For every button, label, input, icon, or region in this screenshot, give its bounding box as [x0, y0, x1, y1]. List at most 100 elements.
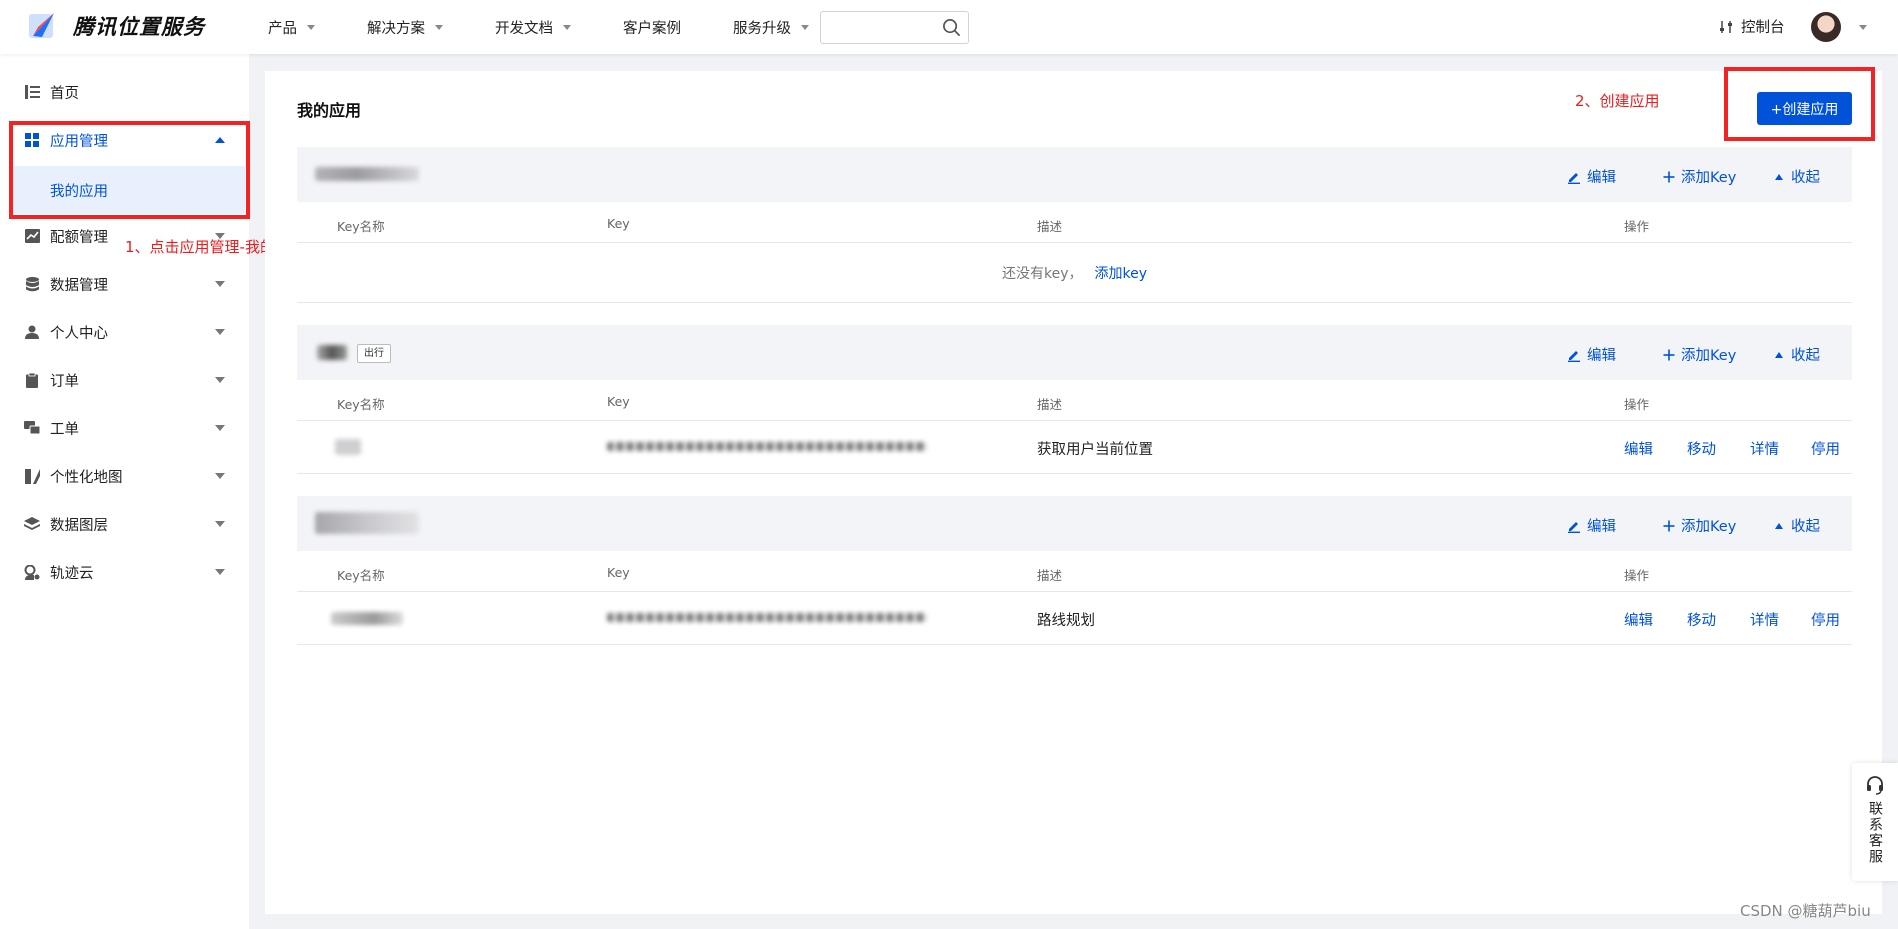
plus-icon — [1663, 349, 1675, 360]
column-header-key: Key — [607, 394, 630, 409]
sliders-icon — [1720, 20, 1732, 33]
sidebar-item-label: 个人中心 — [50, 325, 108, 342]
sidebar-item-data-layers[interactable]: 数据图层 — [0, 504, 249, 544]
action-label: 添加Key — [1681, 348, 1737, 364]
collapse-button[interactable]: 收起 — [1775, 515, 1820, 536]
contact-support-float[interactable]: 联系客服 — [1852, 763, 1898, 881]
row-move-link[interactable]: 移动 — [1687, 438, 1716, 459]
nav-item-cases[interactable]: 客户案例 — [623, 17, 681, 38]
edit-app-button[interactable]: 编辑 — [1567, 344, 1616, 365]
row-move-link[interactable]: 移动 — [1687, 609, 1716, 630]
action-label: 收起 — [1791, 170, 1820, 186]
main-nav: 产品 解决方案 开发文档 客户案例 服务升级 — [268, 0, 861, 54]
sidebar-item-label: 数据管理 — [50, 277, 108, 294]
action-label: 编辑 — [1587, 170, 1616, 186]
pencil-icon — [1568, 521, 1580, 533]
sidebar-item-label: 首页 — [50, 85, 79, 102]
chat-ticket-icon — [24, 420, 40, 436]
user-avatar[interactable] — [1811, 12, 1841, 42]
row-disable-link[interactable]: 停用 — [1811, 438, 1840, 459]
nav-item-solutions[interactable]: 解决方案 — [367, 17, 443, 38]
row-edit-link[interactable]: 编辑 — [1624, 438, 1653, 459]
add-key-button[interactable]: 添加Key — [1663, 515, 1736, 536]
chevron-down-icon — [563, 24, 571, 30]
nav-item-docs[interactable]: 开发文档 — [495, 17, 571, 38]
brand-logo[interactable]: 腾讯位置服务 — [27, 10, 205, 42]
search-input[interactable] — [820, 11, 969, 44]
plus-icon — [1663, 520, 1675, 531]
chevron-down-icon — [435, 24, 443, 30]
collapse-button[interactable]: 收起 — [1775, 166, 1820, 187]
edit-app-button[interactable]: 编辑 — [1567, 166, 1616, 187]
annotation-highlight-create-button — [1724, 67, 1875, 141]
row-disable-link[interactable]: 停用 — [1811, 609, 1840, 630]
key-name-redacted — [335, 439, 361, 455]
collapse-button[interactable]: 收起 — [1775, 344, 1820, 365]
chevron-down-icon[interactable] — [1859, 25, 1867, 30]
chevron-down-icon — [215, 521, 225, 527]
chevron-down-icon — [215, 377, 225, 383]
nav-label: 解决方案 — [367, 20, 425, 37]
sidebar-item-data[interactable]: 数据管理 — [0, 264, 249, 304]
action-label: 添加Key — [1681, 170, 1737, 186]
table-header: Key名称 Key 描述 操作 — [297, 380, 1852, 421]
row-detail-link[interactable]: 详情 — [1750, 438, 1779, 459]
database-icon — [24, 276, 40, 292]
chevron-down-icon — [215, 473, 225, 479]
column-header-ops: 操作 — [1624, 568, 1650, 583]
app-tag: 出行 — [357, 344, 391, 363]
nav-item-products[interactable]: 产品 — [268, 17, 315, 38]
app-card-header: 编辑 添加Key 收起 — [297, 496, 1852, 551]
sidebar-item-personal[interactable]: 个人中心 — [0, 312, 249, 352]
app-card: 编辑 添加Key 收起 Key名称 Key 描述 操作 路线规划 编辑 移动 详… — [297, 496, 1852, 646]
table-row: 路线规划 编辑 移动 详情 停用 — [297, 592, 1852, 645]
sidebar-item-label: 个性化地图 — [50, 469, 123, 486]
row-edit-link[interactable]: 编辑 — [1624, 609, 1653, 630]
sidebar-item-label: 订单 — [50, 373, 79, 390]
column-header-desc: 描述 — [1037, 219, 1063, 234]
add-key-button[interactable]: 添加Key — [1663, 344, 1736, 365]
chevron-down-icon — [215, 281, 225, 287]
app-card-header: 编辑 添加Key 收起 — [297, 147, 1852, 202]
chevron-down-icon — [801, 24, 809, 30]
add-key-button[interactable]: 添加Key — [1663, 166, 1736, 187]
action-label: 编辑 — [1587, 348, 1616, 364]
app-name-redacted — [315, 512, 419, 534]
clipboard-icon — [24, 372, 40, 388]
sidebar-item-orders[interactable]: 订单 — [0, 360, 249, 400]
edit-app-button[interactable]: 编辑 — [1567, 515, 1616, 536]
column-header-key: Key — [607, 565, 630, 580]
brand-name: 腾讯位置服务 — [73, 15, 205, 39]
action-label: 收起 — [1791, 519, 1820, 535]
add-key-link[interactable]: 添加key — [1095, 263, 1148, 283]
sidebar-item-track-cloud[interactable]: 轨迹云 — [0, 552, 249, 592]
key-name-redacted — [331, 612, 403, 625]
annotation-step-2: 2、创建应用 — [1575, 92, 1660, 110]
sidebar-item-tickets[interactable]: 工单 — [0, 408, 249, 448]
key-value-redacted — [607, 613, 927, 622]
action-label: 收起 — [1791, 348, 1820, 364]
column-header-desc: 描述 — [1037, 397, 1063, 412]
chevron-down-icon — [215, 425, 225, 431]
page-title: 我的应用 — [297, 101, 362, 120]
sidebar-item-home[interactable]: 首页 — [0, 72, 249, 112]
action-label: 编辑 — [1587, 519, 1616, 535]
row-detail-link[interactable]: 详情 — [1750, 609, 1779, 630]
console-link[interactable]: 控制台 — [1718, 16, 1785, 37]
search-icon[interactable] — [942, 18, 961, 37]
watermark: CSDN @糖葫芦biu — [1740, 902, 1871, 920]
console-label: 控制台 — [1741, 20, 1785, 36]
brand-logo-icon — [29, 13, 54, 38]
top-navigation-bar: 腾讯位置服务 产品 解决方案 开发文档 客户案例 服务升级 控制台 — [0, 0, 1898, 54]
home-list-icon — [24, 84, 40, 100]
sidebar-item-label: 轨迹云 — [50, 565, 94, 582]
column-header-key-name: Key名称 — [337, 568, 385, 583]
table-row: 获取用户当前位置 编辑 移动 详情 停用 — [297, 421, 1852, 474]
column-header-ops: 操作 — [1624, 219, 1650, 234]
key-description: 获取用户当前位置 — [1037, 442, 1153, 458]
sidebar-item-custom-map[interactable]: 个性化地图 — [0, 456, 249, 496]
nav-item-upgrade[interactable]: 服务升级 — [733, 17, 809, 38]
nav-label: 产品 — [268, 20, 297, 37]
column-header-ops: 操作 — [1624, 397, 1650, 412]
triangle-up-icon — [1775, 351, 1783, 358]
